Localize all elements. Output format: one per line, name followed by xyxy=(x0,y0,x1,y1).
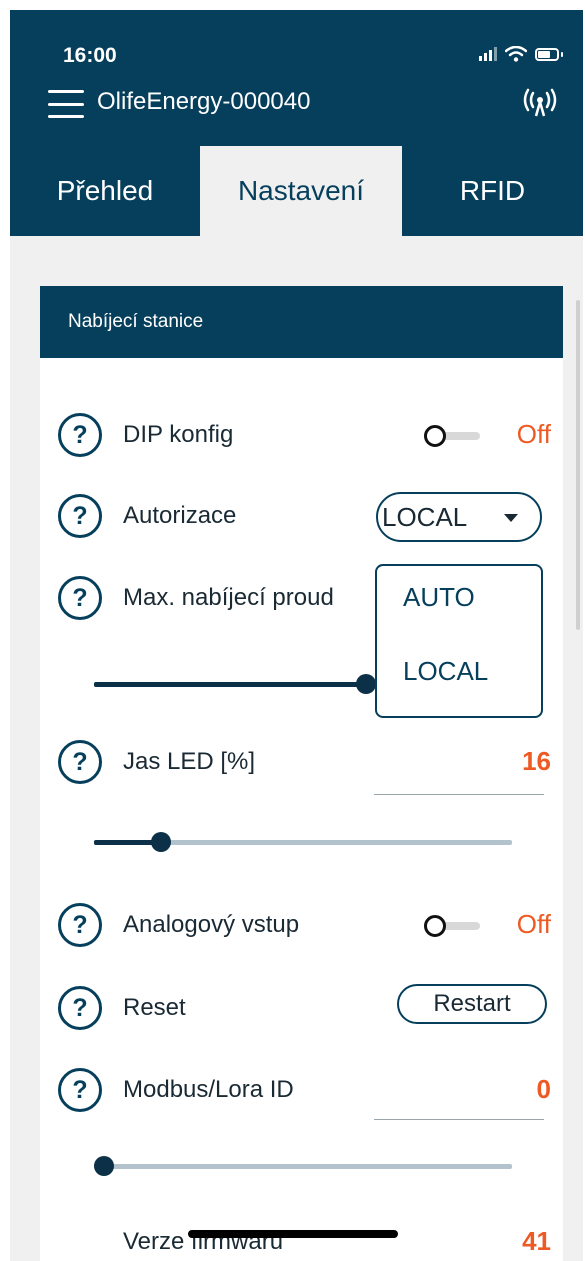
help-icon[interactable]: ? xyxy=(58,576,102,620)
help-icon[interactable]: ? xyxy=(58,740,102,784)
analog-label: Analogový vstup xyxy=(123,911,300,938)
status-icons xyxy=(479,46,563,62)
row-firmware: Verze firmwaru 41 xyxy=(40,1218,563,1261)
slider-thumb[interactable] xyxy=(150,832,171,852)
dip-toggle[interactable] xyxy=(424,425,484,447)
app-header: 16:00 OlifeEnergy-000040 xyxy=(10,10,583,146)
phone-screen: 16:00 OlifeEnergy-000040 Přehled Nastave… xyxy=(10,10,583,1261)
device-name: OlifeEnergy-000040 xyxy=(97,88,311,115)
row-authorization: ? Autorizace LOCAL xyxy=(40,492,563,542)
tab-settings[interactable]: Nastavení xyxy=(200,146,402,236)
row-reset: ? Reset Restart xyxy=(40,984,563,1034)
modbus-input-underline xyxy=(374,1119,544,1120)
tab-overview[interactable]: Přehled xyxy=(10,146,200,236)
modbus-slider[interactable] xyxy=(94,1156,512,1176)
chevron-down-icon xyxy=(504,514,518,522)
led-label: Jas LED [%] xyxy=(123,748,256,775)
auth-select[interactable]: LOCAL xyxy=(376,492,542,542)
help-icon[interactable]: ? xyxy=(58,494,102,538)
help-icon[interactable]: ? xyxy=(58,413,102,457)
slider-thumb[interactable] xyxy=(94,1156,114,1176)
modbus-value[interactable]: 0 xyxy=(537,1074,551,1105)
max-current-label: Max. nabíjecí proud xyxy=(123,584,334,611)
dip-state: Off xyxy=(516,419,551,449)
firmware-value: 41 xyxy=(522,1226,551,1256)
analog-state: Off xyxy=(516,909,551,939)
auth-selected-value: LOCAL xyxy=(382,501,468,532)
tab-rfid[interactable]: RFID xyxy=(402,146,583,236)
help-icon[interactable]: ? xyxy=(58,986,102,1030)
row-modbus-id: ? Modbus/Lora ID 0 xyxy=(40,1066,563,1116)
card-title: Nabíjecí stanice xyxy=(40,286,563,358)
reset-label: Reset xyxy=(123,994,186,1021)
analog-toggle[interactable] xyxy=(424,915,484,937)
help-icon[interactable]: ? xyxy=(58,903,102,947)
dropdown-option-auto[interactable]: AUTO xyxy=(403,582,475,613)
status-time: 16:00 xyxy=(63,44,117,67)
dip-label: DIP konfig xyxy=(123,421,234,448)
dropdown-option-local[interactable]: LOCAL xyxy=(403,656,488,687)
led-value[interactable]: 16 xyxy=(522,746,551,777)
station-card: Nabíjecí stanice ? DIP konfig Off ? Auto… xyxy=(40,286,563,1261)
scrollbar[interactable] xyxy=(576,300,580,630)
modbus-label: Modbus/Lora ID xyxy=(123,1076,294,1103)
auth-dropdown-menu: AUTO LOCAL xyxy=(375,564,543,718)
wifi-icon xyxy=(505,46,527,62)
slider-thumb[interactable] xyxy=(355,674,376,694)
home-indicator[interactable] xyxy=(188,1230,398,1238)
led-slider[interactable] xyxy=(94,832,512,852)
auth-label: Autorizace xyxy=(123,502,237,529)
battery-icon xyxy=(535,47,559,61)
row-analog-input: ? Analogový vstup Off xyxy=(40,901,563,951)
row-dip-config: ? DIP konfig Off xyxy=(40,411,563,461)
help-icon[interactable]: ? xyxy=(58,1068,102,1112)
menu-icon[interactable] xyxy=(48,90,84,118)
battery-tip xyxy=(561,51,563,57)
antenna-icon[interactable] xyxy=(520,88,560,118)
row-led-brightness: ? Jas LED [%] 16 xyxy=(40,738,563,788)
led-input-underline xyxy=(374,794,544,795)
signal-icon xyxy=(479,47,497,61)
tab-bar: Přehled Nastavení RFID xyxy=(10,146,583,236)
restart-button[interactable]: Restart xyxy=(397,984,547,1024)
